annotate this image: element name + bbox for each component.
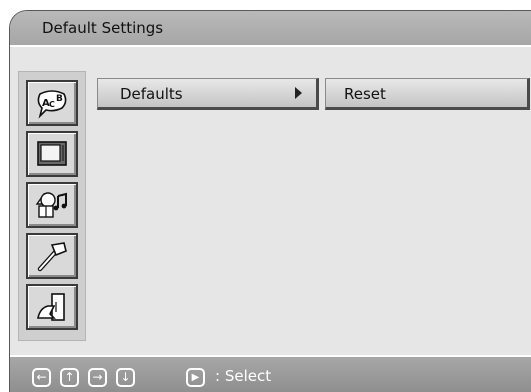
- reset-menu-item[interactable]: Reset: [325, 78, 530, 110]
- tv-icon: [37, 141, 67, 166]
- nav-right-icon: →: [88, 368, 107, 387]
- svg-text:B: B: [56, 94, 63, 104]
- reset-label: Reset: [344, 85, 386, 103]
- sidebar-item-setup[interactable]: [26, 233, 78, 279]
- footer-bar: ← ↑ → ↓ ▶ : Select: [10, 355, 531, 392]
- svg-text:C: C: [49, 100, 55, 109]
- nav-down-icon: ↓: [116, 368, 135, 387]
- submenu-arrow-icon: [295, 87, 302, 99]
- nav-left-icon: ←: [32, 368, 51, 387]
- exit-icon: [37, 293, 65, 321]
- title-bar: Default Settings: [10, 11, 531, 47]
- default-settings-window: Default Settings A C B Defaults Reset ← …: [9, 10, 531, 392]
- setup-tools-icon: [37, 242, 67, 272]
- sidebar-item-language[interactable]: A C B: [26, 80, 78, 126]
- play-select-icon: ▶: [186, 368, 205, 387]
- sidebar-item-exit[interactable]: [26, 284, 78, 330]
- sidebar-item-audio[interactable]: [26, 182, 78, 228]
- defaults-label: Defaults: [120, 85, 183, 103]
- sidebar-item-tv[interactable]: [26, 131, 78, 177]
- sidebar: A C B: [18, 71, 86, 341]
- window-title: Default Settings: [42, 19, 164, 37]
- defaults-menu-item[interactable]: Defaults: [97, 78, 319, 110]
- nav-up-icon: ↑: [60, 368, 79, 387]
- select-hint-label: : Select: [215, 367, 272, 385]
- language-icon: A C B: [37, 90, 67, 119]
- audio-icon: [35, 192, 67, 218]
